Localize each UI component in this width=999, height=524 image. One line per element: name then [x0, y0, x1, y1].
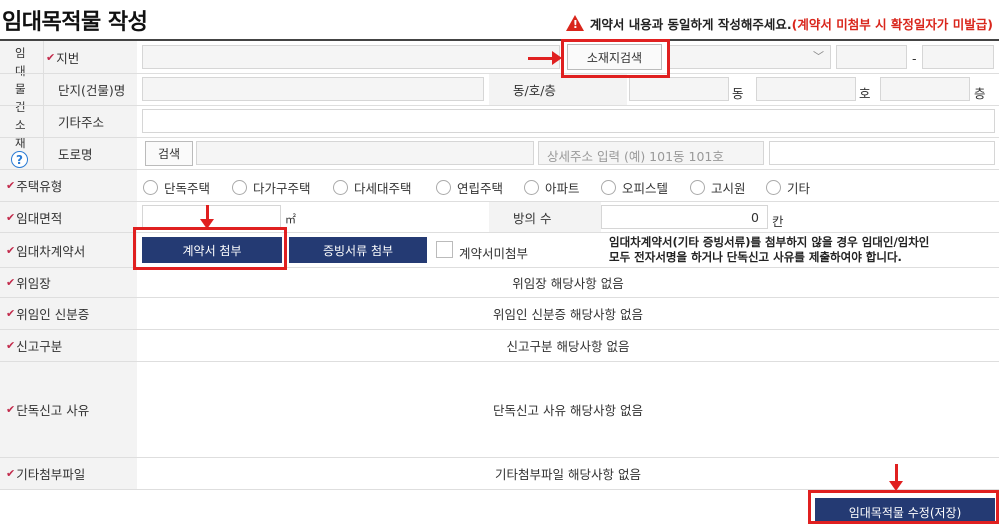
delegator-id-label: ✔ 위임인 신분증: [0, 298, 137, 329]
radio-button[interactable]: [601, 180, 616, 195]
highlight-box-search: [561, 39, 670, 78]
rooms-unit: 칸: [772, 214, 784, 229]
arrow-right-icon: [528, 51, 562, 65]
arrow-down-icon: [200, 205, 214, 229]
sole-report-reason-value: 단독신고 사유 해당사항 없음: [493, 403, 643, 418]
housing-option-row-house[interactable]: 연립주택: [436, 178, 503, 197]
radio-button[interactable]: [690, 180, 705, 195]
row-report-type: ✔ 신고구분 신고구분 해당사항 없음: [0, 330, 999, 362]
road-search-button[interactable]: 검색: [145, 141, 193, 166]
radio-button[interactable]: [766, 180, 781, 195]
lot-main-number[interactable]: [836, 45, 907, 69]
required-check-icon: ✔: [6, 307, 16, 320]
arrow-down-icon: [889, 464, 903, 491]
required-check-icon: ✔: [46, 50, 56, 64]
row-lot: ✔ 지번 소재지검색 ﹀ -: [0, 41, 999, 74]
ho-unit: 호: [859, 86, 871, 101]
notice-red-text: (계약서 미첨부 시 확정일자가 미발급): [791, 17, 993, 32]
delegator-id-value: 위임인 신분증 해당사항 없음: [493, 307, 643, 322]
highlight-box-contract: [133, 227, 287, 270]
lot-select[interactable]: ﹀: [669, 45, 831, 69]
floor-unit: 층: [974, 86, 986, 101]
contract-label: ✔ 임대차계약서: [0, 233, 137, 267]
row-housing-type: ✔ 주택유형 단독주택 다가구주택 다세대주택 연립주택 아파트 오피스텔 고시원…: [0, 170, 999, 202]
area-label: ✔ 임대면적: [0, 202, 137, 232]
sole-report-reason-label: ✔ 단독신고 사유: [0, 362, 137, 457]
row-sole-report-reason: ✔ 단독신고 사유 단독신고 사유 해당사항 없음: [0, 362, 999, 458]
rooms-label: 방의 수: [489, 202, 601, 232]
required-check-icon: ✔: [6, 276, 16, 289]
other-address-input[interactable]: [142, 109, 995, 133]
notice-text: 계약서 내용과 동일하게 작성해주세요.: [589, 17, 792, 32]
required-check-icon: ✔: [6, 403, 16, 416]
page-title: 임대목적물 작성: [2, 10, 148, 35]
power-of-attorney-value: 위임장 해당사항 없음: [512, 276, 624, 291]
other-attachments-label: ✔ 기타첨부파일: [0, 458, 137, 489]
notice: ! 계약서 내용과 동일하게 작성해주세요. (계약서 미첨부 시 확정일자가 …: [565, 14, 993, 33]
housing-type-label: ✔ 주택유형: [0, 170, 137, 201]
complex-name-input[interactable]: [142, 77, 484, 101]
required-check-icon: ✔: [6, 339, 16, 352]
floor-input[interactable]: [880, 77, 970, 101]
dong-floor-label: 동/호/층: [489, 74, 627, 105]
required-check-icon: ✔: [6, 243, 16, 257]
required-check-icon: ✔: [6, 179, 16, 192]
housing-option-gosiwon[interactable]: 고시원: [690, 178, 746, 197]
no-attach-label: 계약서미첨부: [459, 246, 529, 261]
radio-button[interactable]: [333, 180, 348, 195]
attach-evidence-button[interactable]: 증빙서류 첨부: [289, 237, 427, 263]
chevron-down-icon: ﹀: [813, 50, 824, 63]
row-other-address: 기타주소: [0, 106, 999, 138]
row-power-of-attorney: ✔ 위임장 위임장 해당사항 없음: [0, 268, 999, 298]
row-delegator-id: ✔ 위임인 신분증 위임인 신분증 해당사항 없음: [0, 298, 999, 330]
other-attachments-value: 기타첨부파일 해당사항 없음: [495, 467, 641, 482]
housing-option-multi-family[interactable]: 다세대주택: [333, 178, 412, 197]
power-of-attorney-label: ✔ 위임장: [0, 268, 137, 297]
row-road: 도로명 검색 상세주소 입력 (예) 101동 101호: [0, 138, 999, 170]
warning-icon: !: [565, 14, 584, 31]
road-extra-input[interactable]: [769, 141, 995, 165]
ho-input[interactable]: [756, 77, 856, 101]
detail-address-input[interactable]: 상세주소 입력 (예) 101동 101호: [538, 141, 764, 165]
area-unit: ㎡: [285, 213, 296, 226]
report-type-value: 신고구분 해당사항 없음: [506, 339, 630, 354]
housing-option-apartment[interactable]: 아파트: [524, 178, 580, 197]
dong-input[interactable]: [629, 77, 729, 101]
housing-option-other[interactable]: 기타: [766, 178, 810, 197]
lot-dash: -: [912, 51, 917, 66]
radio-button[interactable]: [436, 180, 451, 195]
rooms-input[interactable]: 0: [601, 205, 768, 229]
lot-address-input[interactable]: [142, 45, 560, 69]
radio-button[interactable]: [524, 180, 539, 195]
report-type-label: ✔ 신고구분: [0, 330, 137, 361]
road-address-input[interactable]: [196, 141, 534, 165]
dong-unit: 동: [732, 86, 744, 101]
detail-address-placeholder: 상세주소 입력 (예) 101동 101호: [547, 149, 724, 164]
row-other-attachments: ✔ 기타첨부파일 기타첨부파일 해당사항 없음: [0, 458, 999, 490]
contract-info: 임대차계약서(기타 증빙서류)를 첨부하지 않을 경우 임대인/임차인 모두 전…: [609, 235, 930, 264]
housing-option-multi-household[interactable]: 다가구주택: [232, 178, 311, 197]
required-check-icon: ✔: [6, 210, 16, 224]
row-complex: 단지(건물)명 동/호/층 동 호 층: [0, 74, 999, 106]
other-address-label: 기타주소: [44, 106, 137, 137]
required-check-icon: ✔: [6, 467, 16, 480]
housing-option-officetel[interactable]: 오피스텔: [601, 178, 668, 197]
road-label: 도로명: [44, 138, 137, 169]
complex-label: 단지(건물)명: [44, 74, 137, 105]
lot-label: ✔ 지번: [44, 41, 137, 73]
radio-button[interactable]: [232, 180, 247, 195]
radio-button[interactable]: [143, 180, 158, 195]
no-attach-checkbox[interactable]: [436, 241, 453, 258]
housing-option-detached[interactable]: 단독주택: [143, 178, 210, 197]
highlight-box-save: [808, 490, 999, 524]
lot-sub-number[interactable]: [922, 45, 994, 69]
